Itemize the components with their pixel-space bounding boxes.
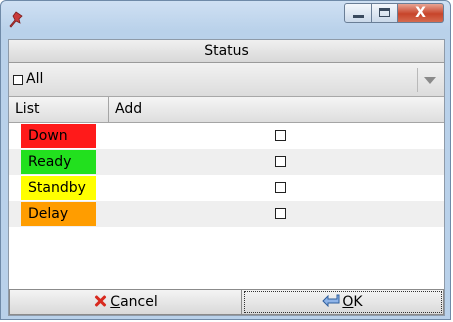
status-label-standby: Standby <box>21 176 96 200</box>
cancel-button[interactable]: Cancel <box>9 289 242 315</box>
add-checkbox[interactable] <box>275 130 286 141</box>
status-label-ready: Ready <box>21 150 96 174</box>
add-checkbox[interactable] <box>275 156 286 167</box>
column-header-add[interactable]: Add <box>109 97 444 122</box>
status-list: Down Ready Standby Delay <box>9 123 444 227</box>
column-header-list[interactable]: List <box>9 97 109 122</box>
close-button[interactable]: X <box>398 3 444 23</box>
cancel-label: ancel <box>120 294 158 310</box>
ok-button[interactable]: OK <box>242 289 444 315</box>
ok-label: K <box>353 294 363 310</box>
table-row[interactable]: Delay <box>9 201 444 227</box>
ok-mnemonic: O <box>342 294 354 310</box>
add-checkbox[interactable] <box>275 208 286 219</box>
chevron-down-icon <box>424 77 436 84</box>
status-header: Status <box>9 40 444 63</box>
ok-arrow-icon <box>322 294 340 307</box>
status-dialog-window: X Status All List Add Down Ready Standby <box>0 0 451 320</box>
table-row[interactable]: Down <box>9 123 444 149</box>
table-row[interactable]: Ready <box>9 149 444 175</box>
cancel-mnemonic: C <box>110 294 121 310</box>
maximize-button[interactable] <box>372 3 398 23</box>
title-bar: X <box>1 1 450 39</box>
table-header: List Add <box>9 97 444 123</box>
table-row[interactable]: Standby <box>9 175 444 201</box>
all-checkbox[interactable] <box>13 75 23 85</box>
all-checkbox-label: All <box>26 71 44 87</box>
status-label-delay: Delay <box>21 202 96 226</box>
app-pin-icon <box>7 10 27 30</box>
minimize-button[interactable] <box>344 3 372 23</box>
dialog-client-area: Status All List Add Down Ready Standby D… <box>8 39 445 316</box>
combo-dropdown-button[interactable] <box>417 68 440 92</box>
caption-buttons: X <box>344 3 444 25</box>
filter-combo[interactable]: All <box>9 63 444 97</box>
dialog-footer: Cancel OK <box>9 289 444 315</box>
close-icon: X <box>415 5 426 21</box>
maximize-icon <box>379 8 390 17</box>
add-checkbox[interactable] <box>275 182 286 193</box>
status-label-down: Down <box>21 124 96 148</box>
cancel-x-icon <box>93 294 107 308</box>
minimize-icon <box>353 15 364 18</box>
